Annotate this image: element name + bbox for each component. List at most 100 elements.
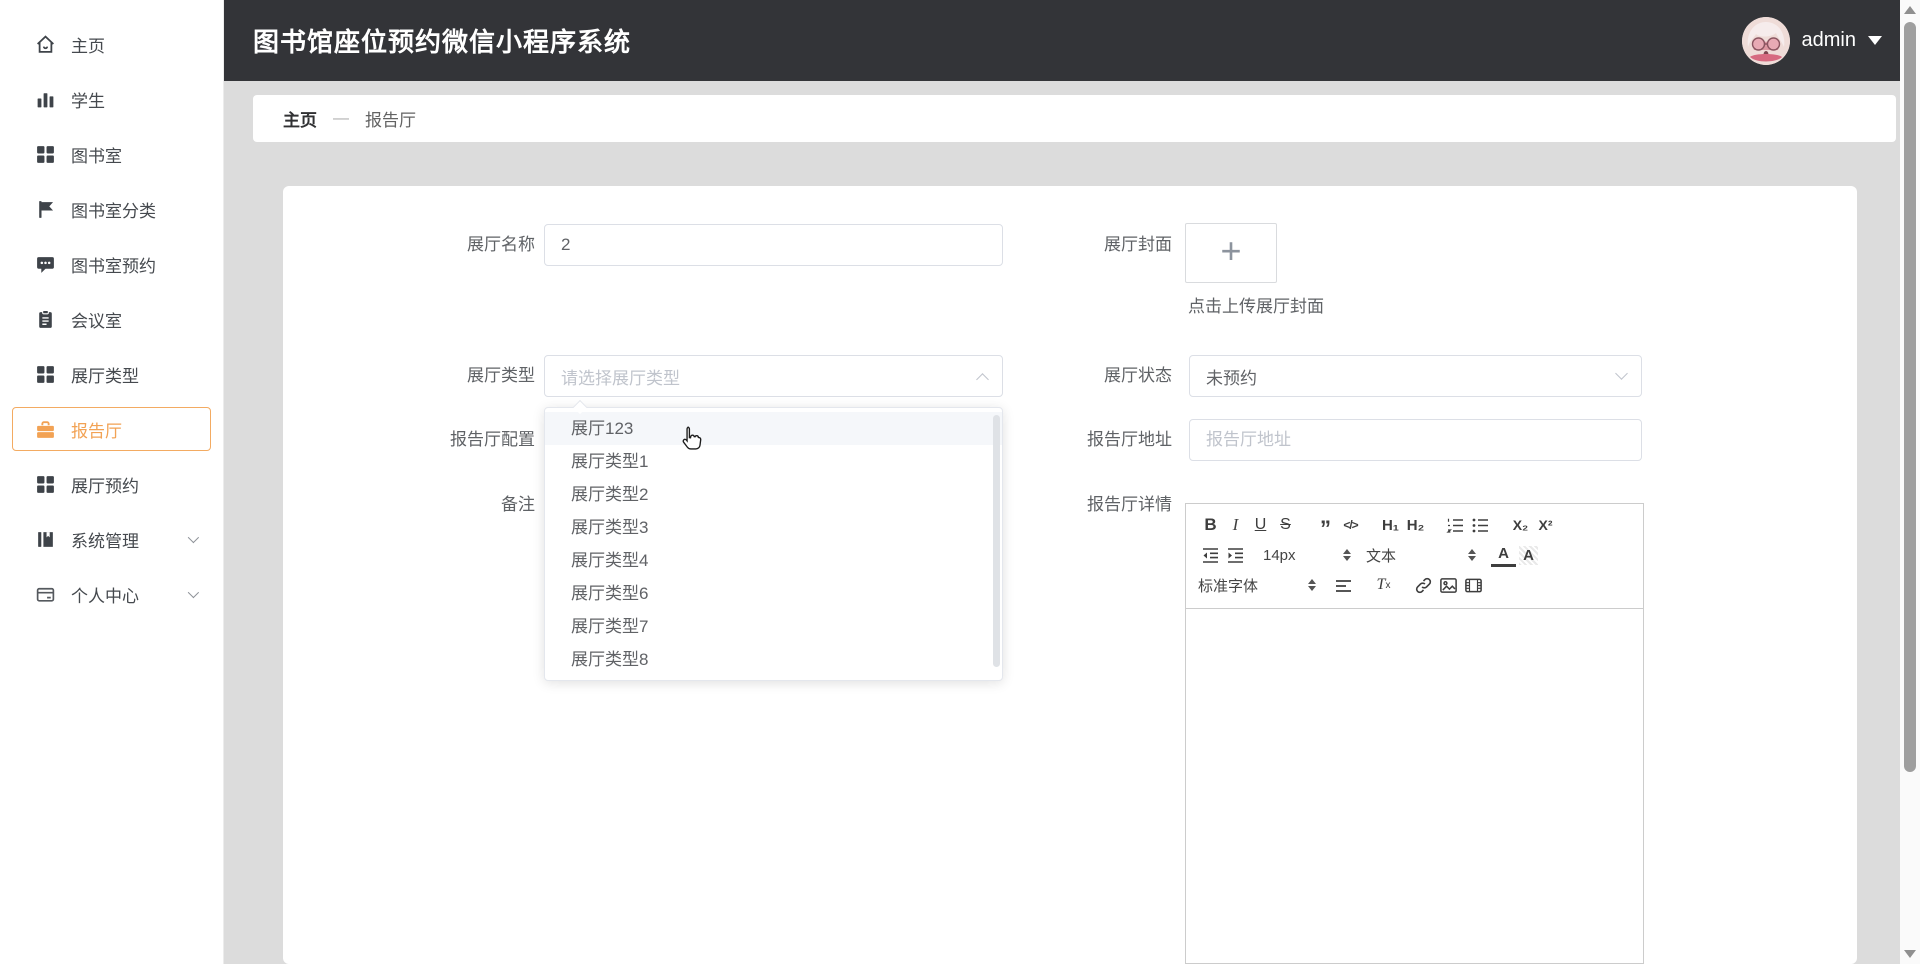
sidebar-item-label: 报告厅 [71,421,122,441]
scroll-up-arrow-icon[interactable] [1904,6,1916,14]
code-block-button[interactable]: </> [1338,513,1363,537]
sidebar-item-report-hall[interactable]: 报告厅 [12,407,211,451]
strikethrough-button[interactable]: S [1273,513,1298,537]
clean-t: T [1376,576,1386,593]
hall-type-dropdown: 展厅123 展厅类型1 展厅类型2 展厅类型3 展厅类型4 展厅类型6 展厅类型… [544,399,1003,681]
hall-type-placeholder: 请选择展厅类型 [561,368,680,388]
dropdown-option[interactable]: 展厅类型8 [545,643,1002,676]
hall-config-label: 报告厅配置 [450,430,535,449]
sidebar-item-hall-reservation[interactable]: 展厅预约 [12,462,211,506]
heading1-button[interactable]: H₁ [1378,513,1403,537]
sidebar-item-label: 展厅类型 [71,366,139,386]
font-family-picker[interactable]: 标准字体 [1198,575,1316,596]
sidebar-item-label: 系统管理 [71,531,139,551]
page-scrollbar [1900,0,1920,964]
hall-address-input[interactable] [1189,419,1642,461]
outdent-icon[interactable] [1198,543,1223,567]
dropdown-option[interactable]: 展厅类型4 [545,544,1002,577]
grid-icon [35,364,56,385]
font-size-picker[interactable]: 14px [1263,547,1351,564]
hall-status-value: 未预约 [1206,368,1257,388]
dropdown-option[interactable]: 展厅类型7 [545,610,1002,643]
updown-arrows-icon [1308,579,1316,591]
editor-content-area[interactable] [1186,609,1643,964]
dropdown-option[interactable]: 展厅类型2 [545,478,1002,511]
upload-cover-button[interactable]: + [1185,223,1277,283]
sidebar-item-label: 会议室 [71,311,122,331]
sidebar-item-label: 学生 [71,91,105,111]
rich-text-editor: B I U S ” </> H₁ H₂ X₂ X² 14px 文本 A A 标准… [1185,503,1644,964]
chevron-up-icon [976,373,989,386]
sidebar-item-students[interactable]: 学生 [12,77,211,121]
sidebar-item-library-category[interactable]: 图书室分类 [12,187,211,231]
sidebar-item-label: 个人中心 [71,586,139,606]
dropdown-option[interactable]: 展厅123 [545,412,1002,445]
dropdown-option[interactable]: 展厅类型6 [545,577,1002,610]
hall-type-select[interactable]: 请选择展厅类型 [544,355,1003,397]
app-root: 主页 学生 图书室 图书室分类 图书室预约 会议室 展厅类型 报告厅 展厅预约 … [0,0,1920,964]
subscript-button[interactable]: X₂ [1508,513,1533,537]
sidebar-item-library[interactable]: 图书室 [12,132,211,176]
scroll-down-arrow-icon[interactable] [1904,950,1916,958]
link-icon[interactable] [1411,573,1436,597]
bullet-list-icon[interactable] [1468,513,1493,537]
breadcrumb-separator: — [333,109,349,127]
hall-status-select[interactable]: 未预约 [1189,355,1642,397]
caret-down-icon [1868,36,1882,45]
remark-label: 备注 [501,495,535,514]
plus-icon: + [1220,230,1242,271]
book-icon [35,529,56,550]
sidebar-item-library-reservation[interactable]: 图书室预约 [12,242,211,286]
background-color-button[interactable]: A [1519,545,1538,565]
text-color-button[interactable]: A [1491,543,1516,567]
upload-hint: 点击上传展厅封面 [1188,297,1324,316]
breadcrumb: 主页 — 报告厅 [253,95,1896,142]
sidebar-item-system-management[interactable]: 系统管理 [12,517,211,561]
breadcrumb-home[interactable]: 主页 [283,106,317,131]
sidebar-item-label: 主页 [71,36,105,56]
indent-icon[interactable] [1223,543,1248,567]
briefcase-icon [35,419,56,440]
hall-status-label: 展厅状态 [1104,366,1172,385]
dropdown-scrollbar-thumb[interactable] [993,415,1000,667]
user-menu[interactable]: admin [1741,16,1890,65]
form-card: 展厅名称 展厅封面 + 点击上传展厅封面 展厅类型 请选择展厅类型 展厅状态 未… [283,186,1857,964]
bold-button[interactable]: B [1198,513,1223,537]
dropdown-option[interactable]: 展厅类型3 [545,511,1002,544]
underline-button[interactable]: U [1248,513,1273,537]
wallet-icon [35,584,56,605]
comment-icon [35,254,56,275]
chevron-down-icon [1615,367,1628,380]
heading2-button[interactable]: H₂ [1403,513,1428,537]
sidebar-item-meeting-room[interactable]: 会议室 [12,297,211,341]
hall-name-input[interactable] [544,224,1003,266]
video-icon[interactable] [1461,573,1486,597]
username: admin [1801,29,1856,51]
superscript-button[interactable]: X² [1533,513,1558,537]
align-icon[interactable] [1331,573,1356,597]
header-style-picker[interactable]: 文本 [1366,545,1476,566]
sidebar: 主页 学生 图书室 图书室分类 图书室预约 会议室 展厅类型 报告厅 展厅预约 … [0,0,224,964]
ordered-list-icon[interactable] [1443,513,1468,537]
hall-name-label: 展厅名称 [467,235,535,254]
italic-button[interactable]: I [1223,513,1248,537]
image-icon[interactable] [1436,573,1461,597]
sidebar-item-hall-type[interactable]: 展厅类型 [12,352,211,396]
breadcrumb-current: 报告厅 [365,111,416,130]
grid-icon [35,144,56,165]
dropdown-option[interactable]: 展厅类型1 [545,445,1002,478]
app-title: 图书馆座位预约微信小程序系统 [253,27,632,57]
font-size-value: 14px [1263,546,1296,564]
font-family-value: 标准字体 [1198,577,1259,595]
bar-chart-icon [35,89,56,110]
avatar [1741,16,1790,65]
blockquote-button[interactable]: ” [1313,513,1338,540]
scrollbar-thumb[interactable] [1904,22,1916,772]
sidebar-item-label: 展厅预约 [71,476,139,496]
sidebar-item-personal-center[interactable]: 个人中心 [12,572,211,616]
top-header: 图书馆座位预约微信小程序系统 admin [224,0,1900,81]
clear-format-button[interactable]: Tx [1371,573,1396,597]
hall-detail-label: 报告厅详情 [1087,495,1172,514]
sidebar-item-home[interactable]: 主页 [12,22,211,66]
home-icon [35,34,56,55]
